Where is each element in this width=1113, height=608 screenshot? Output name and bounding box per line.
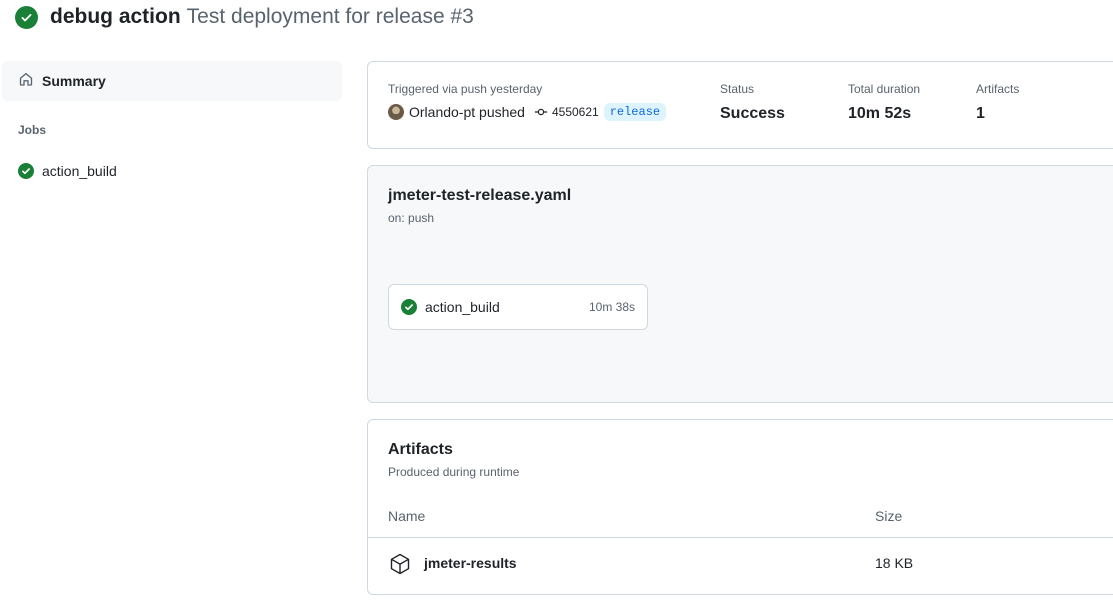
package-icon — [388, 552, 412, 579]
artifact-name-link[interactable]: jmeter-results — [424, 555, 517, 571]
workflow-trigger: on: push — [388, 211, 435, 225]
sidebar-item-label: action_build — [42, 163, 117, 179]
home-icon — [18, 71, 34, 92]
artifacts-card: Artifacts Produced during runtime Name S… — [367, 419, 1113, 595]
table-row: jmeter-results 18 KB — [368, 539, 1113, 587]
run-title: debug action Test deployment for release … — [50, 5, 474, 29]
artifacts-count-label: Artifacts — [976, 82, 1020, 96]
job-node-name: action_build — [425, 299, 500, 315]
success-check-icon — [15, 5, 38, 29]
jobs-heading: Jobs — [18, 123, 47, 137]
run-summary-card: Triggered via push yesterday Orlando-pt … — [367, 61, 1113, 149]
job-node-duration: 10m 38s — [588, 300, 635, 314]
sidebar-item-label: Summary — [42, 73, 106, 89]
success-check-icon — [18, 163, 34, 179]
artifact-size: 18 KB — [875, 555, 914, 571]
artifacts-count-block: Artifacts 1 — [976, 82, 1019, 123]
run-name: Test deployment for release #3 — [186, 5, 474, 28]
avatar[interactable] — [388, 104, 404, 120]
branch-badge[interactable]: release — [603, 103, 667, 121]
commit-sha-link[interactable]: 4550621 — [552, 105, 599, 119]
job-node-action-build[interactable]: action_build 10m 38s — [388, 284, 648, 330]
workflow-run-page: debug action Test deployment for release … — [0, 0, 1113, 608]
actor-text[interactable]: Orlando-pt pushed — [409, 104, 525, 120]
trigger-details: Orlando-pt pushed 4550621 release — [388, 103, 667, 121]
workflow-name[interactable]: debug action — [50, 5, 181, 28]
column-header-size: Size — [875, 508, 903, 524]
artifacts-subtitle: Produced during runtime — [388, 465, 520, 479]
trigger-info: Triggered via push yesterday Orlando-pt … — [388, 82, 667, 121]
workflow-file-name[interactable]: jmeter-test-release.yaml — [388, 187, 571, 205]
status-label: Status — [720, 82, 755, 96]
sidebar-item-job[interactable]: action_build — [18, 161, 342, 181]
artifacts-count-value[interactable]: 1 — [976, 105, 1019, 123]
column-header-name: Name — [388, 508, 426, 524]
duration-value: 10m 52s — [848, 105, 912, 122]
sidebar-item-summary[interactable]: Summary — [2, 61, 342, 101]
duration-label: Total duration — [848, 82, 921, 96]
success-check-icon — [401, 299, 417, 315]
duration-block: Total duration 10m 52s — [848, 82, 920, 123]
artifacts-table-header: Name Size — [368, 500, 1113, 538]
status-value: Success — [720, 105, 785, 122]
trigger-label: Triggered via push yesterday — [388, 82, 543, 96]
workflow-graph-card: jmeter-test-release.yaml on: push action… — [367, 165, 1113, 403]
status-block: Status Success — [720, 82, 785, 123]
run-header: debug action Test deployment for release … — [15, 4, 474, 30]
git-commit-icon — [534, 105, 548, 119]
artifacts-title: Artifacts — [388, 441, 453, 458]
sidebar: Summary Jobs action_build — [2, 61, 342, 181]
